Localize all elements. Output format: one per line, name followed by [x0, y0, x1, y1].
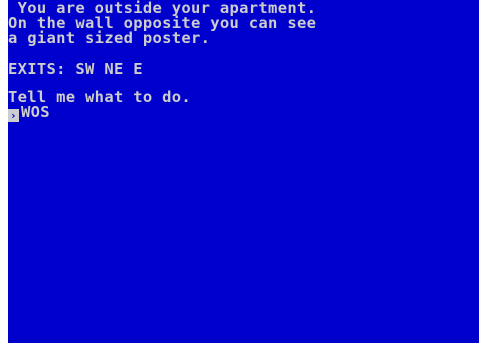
cursor-icon: ›	[8, 109, 19, 122]
exits-line: EXITS: SW NE E	[8, 60, 143, 78]
room-description-line-3: a giant sized poster.	[8, 29, 211, 47]
game-window: You are outside your apartment. On the w…	[0, 0, 479, 360]
input-line[interactable]: › WOS	[8, 103, 50, 122]
game-screen[interactable]: You are outside your apartment. On the w…	[8, 0, 479, 343]
command-input[interactable]: WOS	[21, 103, 50, 121]
